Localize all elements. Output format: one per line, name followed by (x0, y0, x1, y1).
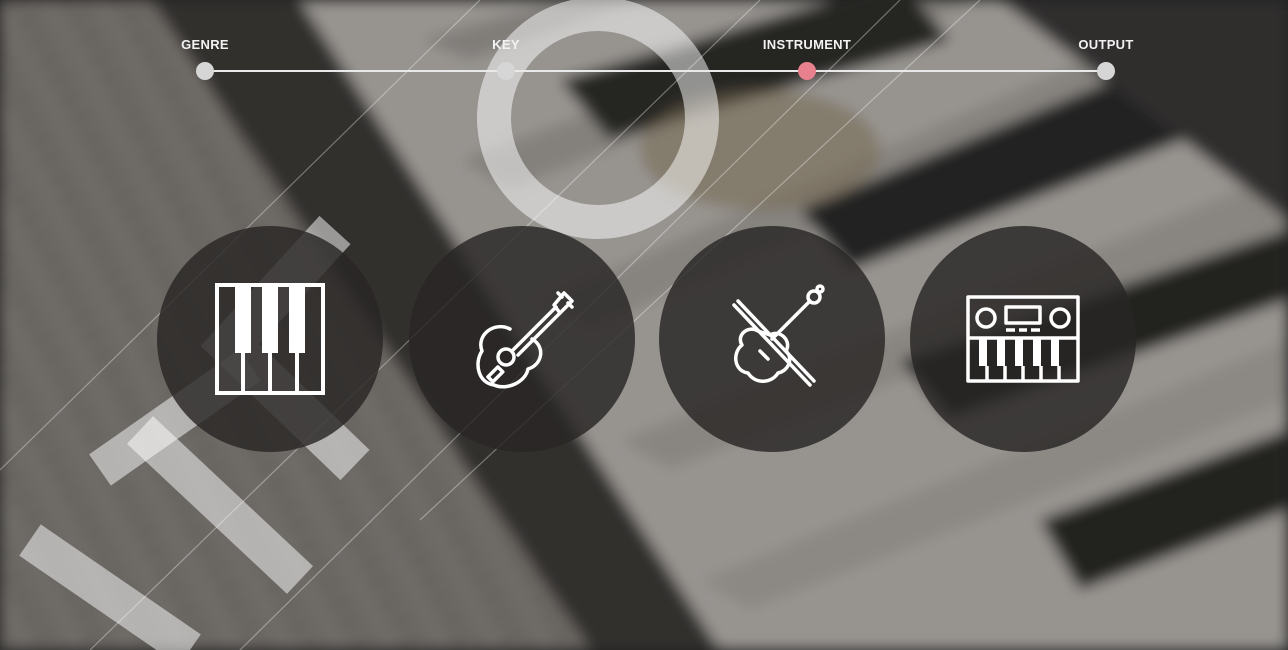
instrument-violin-option[interactable] (659, 226, 885, 452)
step-label: INSTRUMENT (762, 37, 852, 52)
instrument-piano-option[interactable] (157, 226, 383, 452)
synthesizer-icon (966, 295, 1080, 383)
step-label: OUTPUT (1078, 37, 1134, 52)
step-label: GENRE (181, 37, 229, 52)
progress-line (205, 70, 1106, 72)
step-dot[interactable] (497, 62, 515, 80)
step-key[interactable]: KEY (426, 0, 586, 80)
instrument-guitar-option[interactable] (409, 226, 635, 452)
acoustic-guitar-icon (476, 291, 574, 389)
step-label: KEY (492, 37, 520, 52)
step-dot[interactable] (1097, 62, 1115, 80)
progress-steps: GENRE KEY INSTRUMENT OUTPUT (0, 0, 1288, 110)
step-genre[interactable]: GENRE (125, 0, 285, 80)
instrument-selection-screen: GENRE KEY INSTRUMENT OUTPUT (0, 0, 1288, 650)
step-instrument[interactable]: INSTRUMENT (727, 0, 887, 80)
piano-keys-icon (215, 283, 325, 395)
step-output[interactable]: OUTPUT (1026, 0, 1186, 80)
instrument-synth-option[interactable] (910, 226, 1136, 452)
violin-icon (732, 284, 825, 387)
step-dot-active[interactable] (798, 62, 816, 80)
step-dot[interactable] (196, 62, 214, 80)
